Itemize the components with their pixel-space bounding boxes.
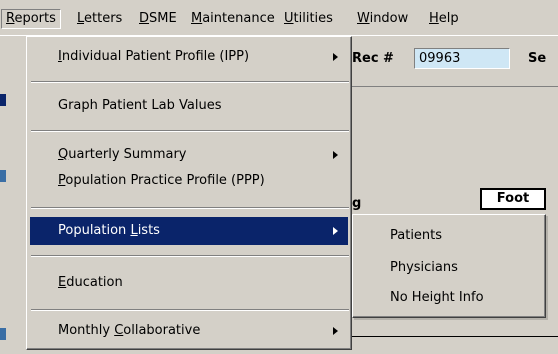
label-post: ducation <box>66 275 123 290</box>
foot-tab[interactable]: Foot <box>480 188 546 210</box>
menu-dsme[interactable]: DSME <box>135 9 181 29</box>
menu-label-rest: etters <box>84 11 123 26</box>
menu-label-rest: elp <box>438 11 459 26</box>
left-edge-blue <box>0 94 6 106</box>
menu-mnemonic: D <box>139 11 150 26</box>
menu-item-ipp[interactable]: Individual Patient Profile (IPP) <box>30 43 348 71</box>
background-panel <box>352 86 558 176</box>
menu-mnemonic: L <box>77 11 85 26</box>
submenu-item-patients[interactable]: Patients <box>356 223 542 249</box>
label-pre: Population <box>58 223 131 238</box>
menu-mnemonic: W <box>357 11 370 26</box>
label-mnemonic: L <box>130 223 138 238</box>
submenu-arrow-icon <box>333 151 338 159</box>
label-fragment: g <box>352 196 362 211</box>
separator <box>31 81 349 83</box>
label-post: ndividual Patient Profile (IPP) <box>61 49 250 64</box>
label-post: ists <box>137 223 160 238</box>
menu-item-ppp[interactable]: Population Practice Profile (PPP) <box>30 167 348 195</box>
menu-mnemonic: M <box>191 11 203 26</box>
menu-reports[interactable]: Reports <box>1 9 61 29</box>
left-edge-blue-3 <box>0 328 6 340</box>
menu-label-rest: tilities <box>293 11 333 26</box>
left-edge-blue-2 <box>0 170 6 182</box>
submenu-arrow-icon <box>333 227 338 235</box>
reports-dropdown: Individual Patient Profile (IPP) Graph P… <box>26 36 352 350</box>
menu-item-graph-lab-values[interactable]: Graph Patient Lab Values <box>30 92 348 120</box>
label-mnemonic: C <box>114 323 124 338</box>
separator <box>31 207 349 209</box>
record-number-field[interactable]: 09963 <box>414 48 510 69</box>
submenu-arrow-icon <box>333 53 338 61</box>
menu-maintenance[interactable]: Maintenance <box>187 9 279 29</box>
separator <box>31 255 349 257</box>
menu-item-quarterly-summary[interactable]: Quarterly Summary <box>30 141 348 169</box>
label-mnemonic: E <box>58 275 67 290</box>
label-mnemonic: Q <box>58 147 69 162</box>
menu-item-monthly-collaborative[interactable]: Monthly Collaborative <box>30 317 348 345</box>
submenu-item-physicians[interactable]: Physicians <box>356 255 542 281</box>
menu-label-rest: eports <box>14 11 56 26</box>
menu-label-rest: aintenance <box>202 11 275 26</box>
menu-label-rest: SME <box>149 11 177 26</box>
menu-bar: Reports Letters DSME Maintenance Utiliti… <box>0 0 558 36</box>
submenu-arrow-icon <box>333 327 338 335</box>
menu-window[interactable]: Window <box>353 9 412 29</box>
submenu-item-no-height-info[interactable]: No Height Info <box>356 285 542 311</box>
background-divider <box>350 336 558 354</box>
separator <box>31 309 349 311</box>
label-pre: Monthly <box>58 323 115 338</box>
label-post: uarterly Summary <box>68 147 187 162</box>
menu-help[interactable]: Help <box>425 9 463 29</box>
label-post: ollaborative <box>123 323 201 338</box>
separator <box>31 130 349 132</box>
menu-item-population-lists[interactable]: Population Lists <box>30 217 348 245</box>
record-number-label: Rec # <box>352 51 394 66</box>
menu-label-rest: indow <box>369 11 409 26</box>
population-lists-submenu: Patients Physicians No Height Info <box>352 214 546 318</box>
label-post: opulation Practice Profile (PPP) <box>65 173 265 188</box>
menu-utilities[interactable]: Utilities <box>280 9 337 29</box>
menu-mnemonic: U <box>284 11 294 26</box>
left-edge <box>0 36 6 76</box>
menu-item-education[interactable]: Education <box>30 269 348 297</box>
menu-letters[interactable]: Letters <box>73 9 126 29</box>
se-label-fragment: Se <box>528 51 547 66</box>
label-pre: Graph Patient Lab Values <box>58 98 222 113</box>
menu-mnemonic: H <box>429 11 439 26</box>
